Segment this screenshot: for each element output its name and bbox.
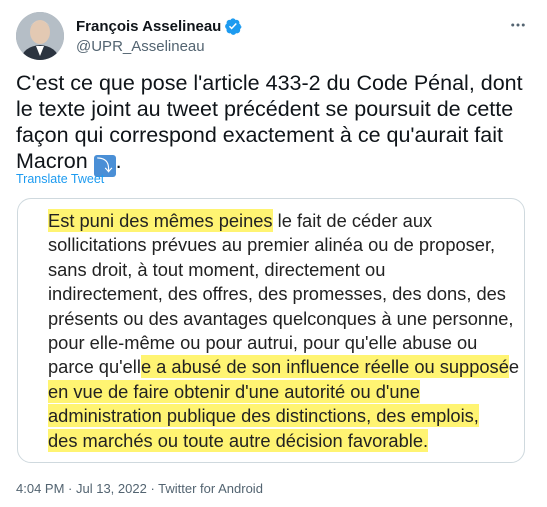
verified-badge-icon — [224, 17, 242, 35]
tweet-text-end: . — [115, 149, 122, 173]
tweet-text-main: C'est ce que pose l'article 433-2 du Cod… — [16, 71, 523, 173]
author-name[interactable]: François Asselineau — [76, 18, 221, 35]
image-line-1: Est puni des mêmes peines le fait de céd… — [48, 209, 518, 233]
image-line-7-start: parce qu'ell — [48, 356, 141, 378]
image-line-4: indirectement, des offres, des promesses… — [48, 283, 506, 305]
author-name-row[interactable]: François Asselineau — [76, 17, 242, 35]
avatar[interactable] — [16, 12, 64, 60]
image-highlight-2: e a abusé de son influence réelle ou sup… — [140, 355, 509, 379]
footer-separator: · — [64, 481, 76, 496]
image-highlight-5: des marchés ou toute autre décision favo… — [48, 428, 429, 452]
image-line-10: des marchés ou toute autre décision favo… — [48, 428, 518, 453]
image-highlight-4: administration publique des distinctions… — [48, 404, 479, 428]
image-line-9: administration publique des distinctions… — [48, 404, 518, 428]
image-line-1-rest: le fait de céder aux — [272, 210, 433, 231]
tweet-source[interactable]: Twitter for Android — [158, 481, 263, 496]
attached-image[interactable]: Est puni des mêmes peines le fait de céd… — [17, 198, 525, 463]
image-line-6: pour elle-même ou pour autrui, pour qu'e… — [48, 332, 478, 354]
image-line-7: parce qu'elle a abusé de son influence r… — [48, 355, 520, 379]
tweet-text: C'est ce que pose l'article 433-2 du Cod… — [16, 70, 531, 177]
image-highlight-3: en vue de faire obtenir d'une autorité o… — [48, 379, 420, 403]
image-line-2: sollicitations prévues au premier alinéa… — [48, 234, 496, 256]
tweet-date[interactable]: Jul 13, 2022 — [76, 481, 147, 496]
footer-separator: · — [146, 481, 159, 496]
image-line-5: présents ou des avantages quelconques à … — [48, 307, 514, 329]
author-handle[interactable]: @UPR_Asselineau — [76, 38, 205, 55]
more-options-icon[interactable] — [507, 14, 529, 36]
image-line-3: sans droit, à tout moment, directement o… — [48, 258, 386, 280]
tweet-footer: 4:04 PM · Jul 13, 2022 · Twitter for And… — [16, 481, 263, 496]
tweet-header: François Asselineau @UPR_Asselineau — [16, 12, 531, 60]
image-line-7-end: e — [508, 356, 520, 378]
image-line-8: en vue de faire obtenir d'une autorité o… — [48, 379, 518, 404]
image-highlight-1: Est puni des mêmes peines — [48, 209, 273, 232]
tweet-time[interactable]: 4:04 PM — [16, 481, 64, 496]
translate-tweet-link[interactable]: Translate Tweet — [16, 172, 104, 186]
image-text-block: Est puni des mêmes peines le fait de céd… — [48, 209, 520, 453]
